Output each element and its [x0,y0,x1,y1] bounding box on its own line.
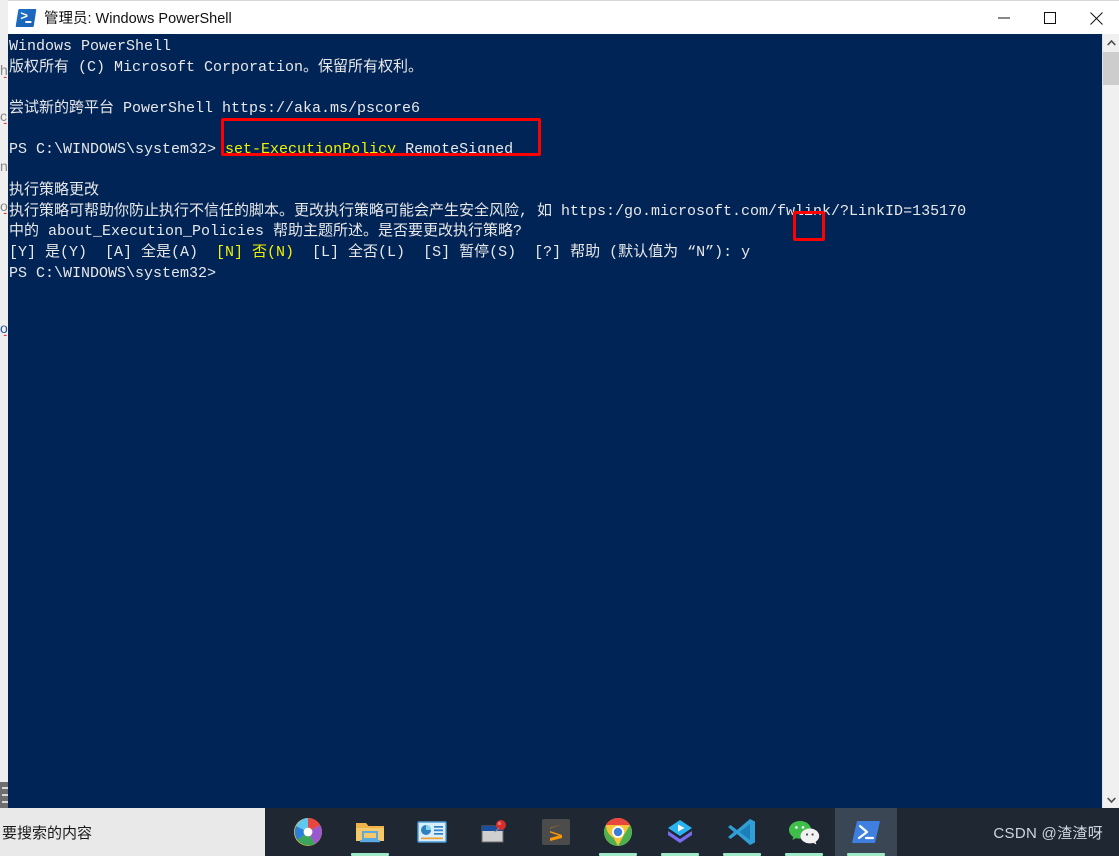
console-segment: PS C:\WINDOWS\system32> [9,264,217,282]
minimize-icon [998,17,1010,19]
presentation-app-icon [415,815,449,849]
scrollbar-up-button[interactable] [1103,34,1119,51]
console-segment: RemoteSigned [396,140,514,158]
console-segment: Windows PowerShell [9,38,172,55]
console-segment: [N] 否(N) [216,243,295,261]
powershell-window: 管理员: Windows PowerShell [8,0,1119,808]
taskbar-item-powershell[interactable] [835,808,897,856]
taskbar-item-wechat[interactable] [773,808,835,856]
taskbar: 要搜索的内容 CSDN @渣渣呀 [0,808,1119,856]
console-text: Windows PowerShell 版权所有 (C) Microsoft Cor… [9,37,1084,284]
window-controls [981,1,1119,35]
console-segment: [L] 全否(L) [S] 暂停(S) [?] 帮助 (默认值为 “N”): [294,243,742,261]
close-icon [1089,11,1103,25]
taskbar-search-box[interactable]: 要搜索的内容 [0,808,265,856]
scrollbar-down-button[interactable] [1103,791,1119,808]
window-titlebar[interactable]: 管理员: Windows PowerShell [8,0,1119,34]
media-player-icon [663,815,697,849]
taskbar-item-pinned-window[interactable] [463,808,525,856]
line-prompt-body-1: 执行策略可帮助你防止执行不信任的脚本。更改执行策略可能会产生安全风险, 如 ht… [9,202,1084,223]
line-final-prompt: PS C:\WINDOWS\system32> [9,264,1084,285]
line-banner-3: 尝试新的跨平台 PowerShell https://aka.ms/pscore… [9,99,1084,120]
line-blank-3 [9,161,1084,182]
window-title: 管理员: Windows PowerShell [44,11,232,27]
line-choices: [Y] 是(Y) [A] 全是(A) [N] 否(N) [L] 全否(L) [S… [9,243,1084,264]
line-blank-2 [9,119,1084,140]
maximize-icon [1044,12,1056,24]
console-segment: 执行策略可帮助你防止执行不信任的脚本。更改执行策略可能会产生安全风险, 如 ht… [9,202,967,220]
console-scrollbar[interactable] [1102,34,1119,808]
console-segment: [Y] 是(Y) [A] 全是(A) [9,243,217,261]
screen-root: h c na on on 管理员: Windows PowerShell [0,0,1119,856]
sublime-text-icon [539,815,573,849]
taskbar-item-presentation[interactable] [401,808,463,856]
maximize-button[interactable] [1027,1,1073,35]
console-segment: y [741,243,751,261]
pinned-window-icon [477,815,511,849]
line-prompt-body-2: 中的 about_Execution_Policies 帮助主题所述。是否要更改… [9,222,1084,243]
powershell-icon [15,8,37,27]
close-button[interactable] [1073,1,1119,35]
console-segment: 尝试新的跨平台 PowerShell https://aka.ms/pscore… [9,99,421,117]
powershell-icon [849,815,883,849]
taskbar-items [277,808,897,856]
chevron-up-icon [1107,39,1116,46]
line-prompt-title: 执行策略更改 [9,181,1084,202]
taskbar-item-vscode[interactable] [711,808,773,856]
taskbar-item-sublime-text[interactable] [525,808,587,856]
console-segment: 执行策略更改 [9,182,100,200]
console-output-area[interactable]: Windows PowerShell 版权所有 (C) Microsoft Cor… [8,34,1119,808]
taskbar-item-chrome-canary[interactable] [277,808,339,856]
minimize-button[interactable] [981,1,1027,35]
console-segment: set-ExecutionPolicy [225,140,397,158]
file-explorer-icon [353,815,387,849]
console-segment: 版权所有 (C) Microsoft Corporation。保留所有权利。 [9,58,424,76]
taskbar-item-google-chrome[interactable] [587,808,649,856]
line-banner-2: 版权所有 (C) Microsoft Corporation。保留所有权利。 [9,58,1084,79]
taskbar-item-file-explorer[interactable] [339,808,401,856]
scrollbar-thumb[interactable] [1103,52,1119,85]
taskbar-item-media-player[interactable] [649,808,711,856]
chrome-canary-icon [291,815,325,849]
csdn-watermark: CSDN @渣渣呀 [993,825,1103,842]
line-banner-1: Windows PowerShell [9,37,1084,58]
line-blank-1 [9,78,1084,99]
console-segment: PS C:\WINDOWS\system32> [9,140,226,158]
wechat-icon [787,815,821,849]
google-chrome-icon [601,815,635,849]
vscode-icon [725,815,759,849]
chevron-down-icon [1107,796,1116,803]
console-segment: 中的 about_Execution_Policies 帮助主题所述。是否要更改… [9,223,523,241]
line-command: PS C:\WINDOWS\system32> set-ExecutionPol… [9,140,1084,161]
search-input-placeholder: 要搜索的内容 [2,824,93,842]
